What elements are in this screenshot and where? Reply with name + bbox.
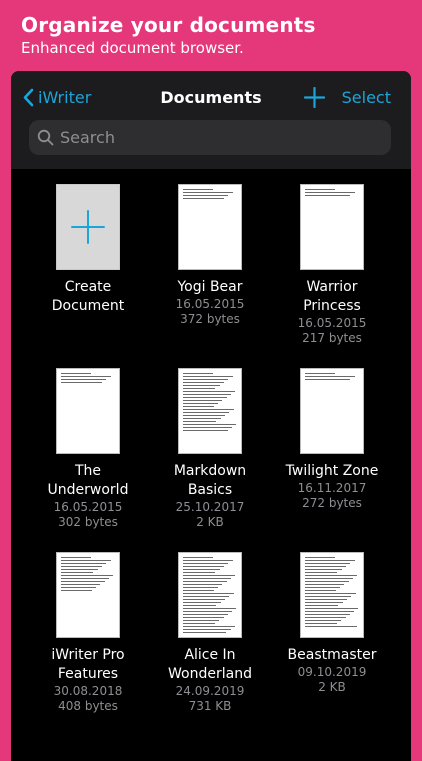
- back-button[interactable]: iWriter: [23, 88, 91, 107]
- document-date: 16.11.2017: [297, 481, 367, 495]
- document-size: 272 bytes: [302, 496, 362, 510]
- document-item[interactable]: Yogi Bear 16.05.2015 372 bytes: [149, 184, 271, 327]
- add-document-button[interactable]: [303, 86, 326, 112]
- document-item[interactable]: Twilight Zone 16.11.2017 272 bytes: [271, 368, 393, 511]
- navigation-bar: iWriter Documents Select: [11, 71, 411, 169]
- document-size: 2 KB: [318, 680, 346, 694]
- document-name: The Underworld: [47, 463, 129, 498]
- thumbnail-text-lines: [61, 557, 115, 593]
- thumbnail-text-lines: [305, 557, 359, 629]
- search-icon: [37, 129, 54, 146]
- document-size: 217 bytes: [302, 331, 362, 345]
- document-date: 30.08.2018: [53, 684, 123, 698]
- document-name: Yogi Bear: [177, 279, 243, 295]
- document-item[interactable]: Warrior Princess 16.05.2015 217 bytes: [271, 184, 393, 346]
- chevron-left-icon: [23, 88, 34, 107]
- document-name: Warrior Princess: [303, 279, 361, 314]
- document-thumbnail: [56, 552, 120, 638]
- search-input[interactable]: [60, 128, 360, 147]
- select-button[interactable]: Select: [342, 88, 391, 107]
- document-item[interactable]: iWriter Pro Features 30.08.2018 408 bytes: [27, 552, 149, 714]
- document-name: Create Document: [51, 279, 125, 314]
- back-button-label: iWriter: [38, 88, 92, 107]
- document-date: 24.09.2019: [175, 684, 245, 698]
- document-size: 302 bytes: [58, 515, 118, 529]
- create-document-button[interactable]: Create Document: [27, 184, 149, 316]
- document-thumbnail: [178, 552, 242, 638]
- thumbnail-text-lines: [183, 189, 237, 201]
- document-name: Beastmaster: [287, 647, 377, 663]
- document-item[interactable]: The Underworld 16.05.2015 302 bytes: [27, 368, 149, 530]
- document-item[interactable]: Beastmaster 09.10.2019 2 KB: [271, 552, 393, 695]
- document-size: 408 bytes: [58, 699, 118, 713]
- thumbnail-text-lines: [305, 373, 359, 382]
- document-thumbnail: [300, 368, 364, 454]
- document-thumbnail: [300, 184, 364, 270]
- document-date: 16.05.2015: [175, 297, 245, 311]
- document-grid: Create Document Yogi Bear 16.05.2015 372 …: [11, 169, 411, 761]
- create-document-thumbnail: [56, 184, 120, 270]
- search-bar[interactable]: [29, 120, 391, 155]
- document-size: 731 KB: [188, 699, 232, 713]
- document-size: 2 KB: [196, 515, 224, 529]
- document-date: 16.05.2015: [297, 316, 367, 330]
- document-date: 09.10.2019: [297, 665, 367, 679]
- document-thumbnail: [56, 368, 120, 454]
- thumbnail-text-lines: [61, 373, 115, 385]
- document-thumbnail: [178, 368, 242, 454]
- document-name: iWriter Pro Features: [51, 647, 125, 682]
- document-name: Alice In Wonderland: [168, 647, 252, 682]
- promo-title: Organize your documents: [21, 13, 316, 37]
- document-item[interactable]: Markdown Basics 25.10.2017 2 KB: [149, 368, 271, 530]
- promo-header: Organize your documents Enhanced documen…: [21, 12, 316, 58]
- thumbnail-text-lines: [183, 373, 237, 433]
- document-name: Markdown Basics: [173, 463, 247, 498]
- app-screen: iWriter Documents Select CreateDocument: [11, 71, 411, 761]
- document-size: 372 bytes: [180, 312, 240, 326]
- plus-icon: [303, 86, 326, 109]
- plus-icon: [71, 210, 105, 244]
- document-name: Twilight Zone: [285, 463, 379, 479]
- thumbnail-text-lines: [183, 557, 237, 635]
- thumbnail-text-lines: [305, 189, 359, 198]
- document-item[interactable]: Alice In Wonderland 24.09.2019 731 KB: [149, 552, 271, 714]
- promo-subtitle: Enhanced document browser.: [21, 39, 244, 57]
- document-date: 25.10.2017: [175, 500, 245, 514]
- document-thumbnail: [178, 184, 242, 270]
- document-thumbnail: [300, 552, 364, 638]
- document-date: 16.05.2015: [53, 500, 123, 514]
